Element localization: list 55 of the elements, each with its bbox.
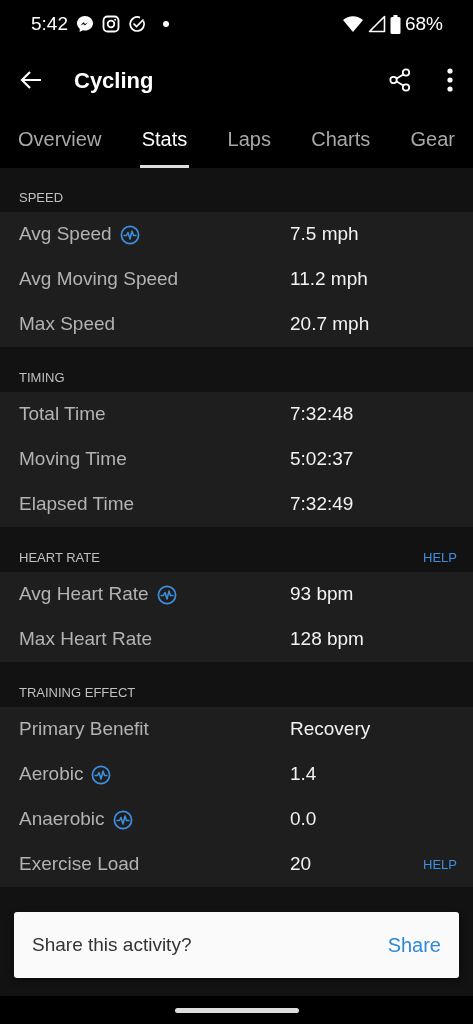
stat-label: Primary Benefit bbox=[19, 717, 149, 742]
stat-value: 1.4 bbox=[290, 762, 317, 787]
stat-value: 93 bpm bbox=[290, 582, 354, 607]
stat-label: Elapsed Time bbox=[19, 492, 135, 517]
tab[interactable]: Charts bbox=[303, 114, 379, 168]
share-icon[interactable] bbox=[389, 68, 411, 92]
stat-label: Max Heart Rate bbox=[19, 627, 153, 652]
stat-label: Total Time bbox=[19, 402, 106, 427]
heartbeat-icon[interactable] bbox=[119, 224, 140, 245]
stat-value: Recovery bbox=[290, 717, 371, 742]
back-arrow-icon[interactable] bbox=[20, 70, 42, 90]
camera-icon bbox=[102, 15, 120, 33]
wifi-icon bbox=[341, 15, 364, 33]
signal-icon bbox=[367, 15, 386, 33]
help-link[interactable]: HELP bbox=[423, 547, 457, 567]
heartbeat-icon[interactable] bbox=[91, 764, 112, 785]
section-header: HEART RATE bbox=[19, 548, 100, 567]
stat-value: 0.0 bbox=[290, 807, 317, 832]
stat-label: Moving Time bbox=[19, 447, 127, 472]
tab[interactable]: Stats bbox=[133, 114, 196, 168]
stat-value: 20 bbox=[290, 852, 312, 877]
heartbeat-icon[interactable] bbox=[156, 584, 177, 605]
tab[interactable]: Gear bbox=[402, 114, 463, 168]
chat-bubble-icon bbox=[76, 15, 94, 33]
check-circle-icon bbox=[128, 15, 146, 33]
stat-label: Aerobic bbox=[19, 762, 84, 787]
stat-label: Avg Moving Speed bbox=[19, 267, 179, 292]
heartbeat-icon[interactable] bbox=[112, 809, 133, 830]
screen-title: Cycling bbox=[74, 66, 154, 95]
more-options-icon[interactable] bbox=[447, 68, 453, 92]
help-link[interactable]: HELP bbox=[423, 854, 457, 875]
share-action-button[interactable]: Share bbox=[387, 930, 441, 960]
tab[interactable]: Laps bbox=[219, 114, 279, 168]
section-header: SPEED bbox=[19, 188, 64, 207]
stat-label: Max Speed bbox=[19, 312, 116, 337]
stat-value: 7:32:49 bbox=[290, 492, 354, 517]
section-header: TRAINING EFFECT bbox=[19, 683, 136, 702]
stat-label: Avg Heart Rate bbox=[19, 582, 149, 607]
stat-label: Anaerobic bbox=[19, 807, 105, 832]
stat-value: 7.5 mph bbox=[290, 222, 359, 247]
stat-label: Avg Speed bbox=[19, 222, 112, 247]
section-header: TIMING bbox=[19, 368, 65, 387]
battery-icon bbox=[389, 14, 401, 34]
status-time: 5:42 bbox=[31, 11, 68, 36]
snackbar-message: Share this activity? bbox=[32, 932, 192, 957]
stat-value: 128 bpm bbox=[290, 627, 364, 652]
dot-icon bbox=[162, 20, 170, 28]
stat-label: Exercise Load bbox=[19, 852, 140, 877]
home-indicator[interactable] bbox=[174, 1007, 299, 1013]
stat-value: 7:32:48 bbox=[290, 402, 354, 427]
tab[interactable]: Overview bbox=[10, 114, 110, 168]
stat-value: 20.7 mph bbox=[290, 312, 370, 337]
battery-percent: 68% bbox=[404, 11, 443, 36]
stat-value: 11.2 mph bbox=[290, 267, 368, 292]
stat-value: 5:02:37 bbox=[290, 447, 354, 472]
